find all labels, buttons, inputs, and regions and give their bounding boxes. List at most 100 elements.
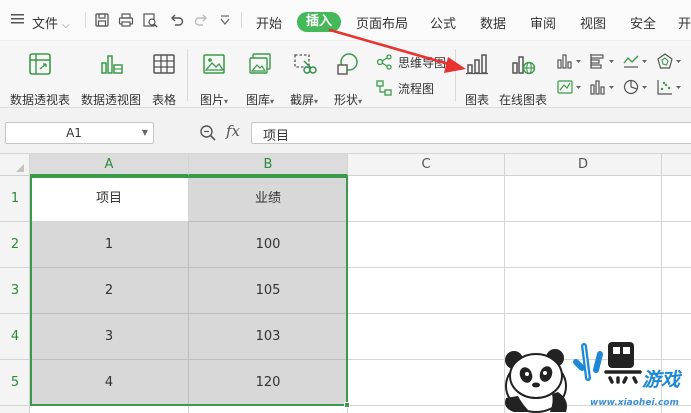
cell-a2[interactable]: 1 — [30, 222, 189, 268]
cell-a3[interactable]: 2 — [30, 268, 189, 314]
cell-e3[interactable] — [662, 268, 691, 314]
tab-page-layout[interactable]: 页面布局 — [356, 13, 408, 32]
row-header-5[interactable]: 5 — [0, 360, 30, 406]
table-button[interactable]: 表格 — [148, 51, 180, 107]
mindmap-button[interactable]: 思维导图 — [376, 53, 456, 71]
pivot-chart-button[interactable]: 数据透视图 — [78, 51, 144, 107]
ribbon-toolbar: 数据透视表 数据透视图 表格 图片▾ 图库▾ 截屏▾ 形状▾ 思维导图 流程图 … — [0, 40, 691, 108]
pie-chart-dropdown[interactable] — [623, 79, 649, 98]
chart-icon — [464, 51, 490, 77]
save-icon[interactable] — [94, 12, 110, 28]
tab-data[interactable]: 数据 — [480, 13, 506, 32]
tab-formulas[interactable]: 公式 — [430, 13, 456, 32]
scatter-chart-dropdown[interactable] — [657, 79, 683, 98]
cell-a1[interactable]: 项目 — [30, 176, 189, 222]
scatter-chart-icon — [657, 80, 681, 95]
gallery-button[interactable]: 图库▾ — [240, 51, 280, 107]
print-preview-icon[interactable] — [142, 12, 158, 28]
formula-input[interactable]: 项目 — [251, 122, 691, 144]
watermark-url: www.xiaohei.com — [590, 398, 679, 408]
cell-d3[interactable] — [505, 268, 662, 314]
cell-a4[interactable]: 3 — [30, 314, 189, 360]
svg-text:游戏: 游戏 — [642, 369, 683, 391]
online-chart-button[interactable]: 在线图表 — [497, 51, 549, 107]
chevron-down-icon: ⌵ — [62, 20, 70, 31]
tab-view[interactable]: 视图 — [580, 13, 606, 32]
line-chart-icon — [623, 55, 647, 68]
column-header-b[interactable]: B — [189, 154, 348, 176]
flowchart-button[interactable]: 流程图 — [376, 79, 446, 97]
name-box-value: A1 — [66, 126, 82, 140]
picture-icon — [201, 51, 227, 77]
cell-c1[interactable] — [348, 176, 505, 222]
column-header-a[interactable]: A — [30, 154, 189, 176]
cell-b6[interactable] — [189, 406, 348, 413]
pivot-table-icon — [27, 51, 53, 77]
tab-security[interactable]: 安全 — [630, 13, 656, 32]
pie-chart-icon — [623, 79, 647, 95]
tab-insert[interactable]: 插入 — [297, 12, 341, 32]
mindmap-icon — [376, 54, 392, 70]
chevron-down-icon: ▼ — [141, 128, 148, 137]
bar-chart-dropdown[interactable] — [590, 53, 616, 72]
cell-c4[interactable] — [348, 314, 505, 360]
insert-function-button[interactable]: fx — [226, 122, 240, 140]
hamburger-menu-icon[interactable] — [11, 13, 25, 28]
cell-b3[interactable]: 105 — [189, 268, 348, 314]
customize-toolbar-icon[interactable] — [219, 14, 235, 30]
tab-home[interactable]: 开始 — [256, 13, 282, 32]
row-header-6[interactable] — [0, 406, 30, 413]
row-header-2[interactable]: 2 — [0, 222, 30, 268]
cell-e2[interactable] — [662, 222, 691, 268]
cell-a5[interactable]: 4 — [30, 360, 189, 406]
print-icon[interactable] — [118, 12, 134, 28]
cell-c3[interactable] — [348, 268, 505, 314]
row-header-3[interactable]: 3 — [0, 268, 30, 314]
pivot-table-button[interactable]: 数据透视表 — [6, 51, 74, 107]
column-chart-icon — [557, 54, 581, 69]
column-header-c[interactable]: C — [348, 154, 505, 176]
zoom-search-icon[interactable] — [199, 124, 217, 145]
chart-label: 图表 — [464, 93, 489, 107]
cell-b2[interactable]: 100 — [189, 222, 348, 268]
line-chart-dropdown[interactable] — [623, 53, 649, 72]
mixed-chart-icon — [557, 80, 581, 94]
cell-b4[interactable]: 103 — [189, 314, 348, 360]
mixed-chart-dropdown[interactable] — [557, 79, 583, 98]
radar-chart-dropdown[interactable] — [657, 53, 683, 72]
cell-b1[interactable]: 业绩 — [189, 176, 348, 222]
cell-c2[interactable] — [348, 222, 505, 268]
fill-handle[interactable] — [344, 402, 350, 408]
name-box[interactable]: A1 ▼ — [5, 122, 154, 144]
pivot-chart-icon — [98, 51, 124, 77]
stock-chart-icon — [590, 80, 614, 95]
select-all-corner[interactable] — [0, 154, 30, 176]
column-chart-dropdown[interactable] — [557, 53, 583, 72]
cell-b5[interactable]: 120 — [189, 360, 348, 406]
divider — [455, 49, 456, 101]
cell-d2[interactable] — [505, 222, 662, 268]
online-chart-label: 在线图表 — [498, 93, 547, 107]
file-menu[interactable]: 文件 ⌵ — [32, 13, 70, 32]
cell-c5[interactable] — [348, 360, 505, 406]
screenshot-button[interactable]: 截屏▾ — [284, 51, 324, 107]
gallery-label: 图库▾ — [245, 93, 275, 107]
tab-developer[interactable]: 开 — [678, 13, 691, 32]
row-header-1[interactable]: 1 — [0, 176, 30, 222]
formula-bar: A1 ▼ fx 项目 — [0, 108, 691, 154]
column-header-d[interactable]: D — [505, 154, 662, 176]
row-header-4[interactable]: 4 — [0, 314, 30, 360]
cell-c6[interactable] — [348, 406, 505, 413]
picture-button[interactable]: 图片▾ — [194, 51, 234, 107]
column-header-e[interactable] — [662, 154, 691, 176]
chart-button[interactable]: 图表 — [460, 51, 494, 107]
tab-review[interactable]: 审阅 — [530, 13, 556, 32]
cell-e1[interactable] — [662, 176, 691, 222]
shapes-button[interactable]: 形状▾ — [328, 51, 368, 107]
cell-d1[interactable] — [505, 176, 662, 222]
undo-icon[interactable] — [169, 12, 185, 28]
stock-chart-dropdown[interactable] — [590, 79, 616, 98]
table-label: 表格 — [151, 93, 176, 107]
redo-icon[interactable] — [193, 12, 209, 28]
cell-a6[interactable] — [30, 406, 189, 413]
